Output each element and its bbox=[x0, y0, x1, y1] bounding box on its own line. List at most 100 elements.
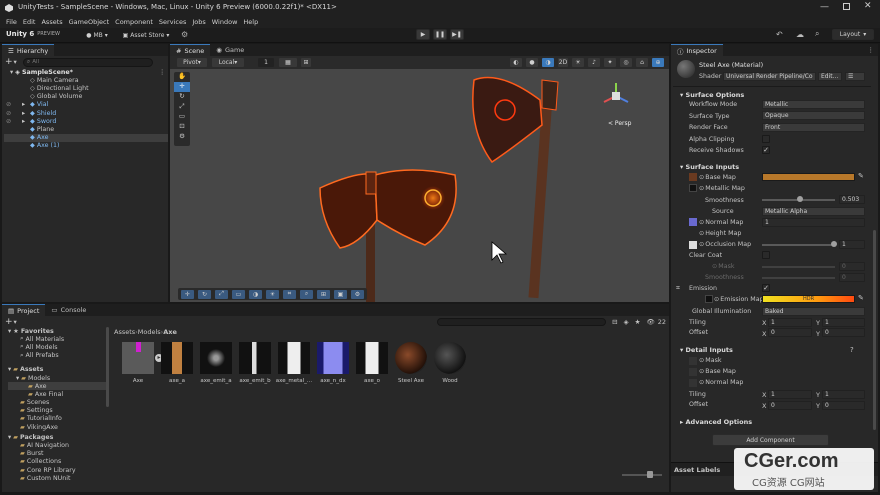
visibility-icon[interactable]: ⊘ bbox=[6, 110, 11, 117]
project-tree-item[interactable]: ⌕ All Models bbox=[8, 343, 106, 351]
workflow-dropdown[interactable]: Metallic bbox=[762, 100, 865, 109]
hierarchy-item[interactable]: ⊘ ▸ ◆ Sword bbox=[4, 117, 168, 125]
advanced-options-header[interactable]: ▸ Advanced Options bbox=[680, 418, 752, 426]
menu-item-services[interactable]: Services bbox=[159, 18, 186, 26]
hierarchy-item[interactable]: ⊘ ▸ ◆ Vial bbox=[4, 101, 168, 109]
detail-offset-y-field[interactable]: 0 bbox=[822, 401, 865, 410]
detail-mask-thumb[interactable] bbox=[689, 357, 697, 365]
history-icon[interactable]: ↶ bbox=[776, 30, 783, 39]
zoom-slider-knob[interactable] bbox=[647, 471, 653, 478]
tab-project[interactable]: ▤ Project bbox=[2, 304, 46, 316]
hierarchy-item[interactable]: ◇ Global Volume bbox=[4, 93, 168, 101]
project-tree-item[interactable]: ▰ Axe bbox=[8, 382, 106, 391]
overlay-camera-icon[interactable]: ◑ bbox=[248, 288, 263, 300]
overlay-fx-icon[interactable]: ⌗ bbox=[282, 288, 297, 300]
cc-smoothness-field[interactable]: 0 bbox=[839, 273, 865, 282]
tiling-x-field[interactable]: 1 bbox=[768, 318, 812, 327]
source-dropdown[interactable]: Metallic Alpha bbox=[762, 207, 865, 216]
local-dropdown[interactable]: Local ▾ bbox=[211, 57, 245, 68]
menu-item-jobs[interactable]: Jobs bbox=[192, 18, 205, 26]
eyedropper-icon[interactable]: ✎ bbox=[858, 172, 864, 180]
tiling-y-field[interactable]: 1 bbox=[822, 318, 865, 327]
thumbnail-zoom-slider[interactable] bbox=[622, 474, 662, 476]
hierarchy-item[interactable]: ◆ Axe (1) bbox=[4, 142, 168, 150]
menu-item-edit[interactable]: Edit bbox=[23, 18, 36, 26]
project-tree-item[interactable]: ▰ Axe Final bbox=[8, 390, 106, 398]
tab-inspector[interactable]: ⓘ Inspector bbox=[671, 44, 723, 56]
emission-map-thumb[interactable] bbox=[705, 295, 713, 303]
hierarchy-item[interactable]: ◇ Main Camera bbox=[4, 76, 168, 84]
cc-smoothness-slider[interactable] bbox=[762, 277, 835, 279]
expand-arrow-icon[interactable]: ▾ bbox=[8, 434, 11, 441]
hierarchy-item[interactable]: ◇ Directional Light bbox=[4, 84, 168, 92]
overlay-settings-icon[interactable]: ⚙ bbox=[350, 288, 365, 300]
audio-toggle[interactable]: ♪ bbox=[587, 57, 601, 68]
overlay-light-icon[interactable]: ☀ bbox=[265, 288, 280, 300]
mode-2d-button[interactable]: 2D bbox=[557, 57, 569, 68]
pause-button[interactable]: ❚❚ bbox=[433, 29, 447, 40]
axe-model-back[interactable] bbox=[472, 76, 559, 299]
base-map-color-field[interactable] bbox=[762, 173, 855, 181]
shader-dropdown[interactable]: Universal Render Pipeline/Co bbox=[723, 72, 816, 81]
occlusion-field[interactable]: 1 bbox=[839, 240, 865, 249]
hierarchy-item[interactable]: ◆ Axe bbox=[4, 133, 168, 142]
packages-header[interactable]: ▾ ▰ Packages bbox=[8, 433, 106, 441]
surface-type-dropdown[interactable]: Opaque bbox=[762, 111, 865, 120]
asset-thumbnail[interactable] bbox=[395, 342, 427, 374]
expand-arrow-icon[interactable]: ▸ bbox=[22, 118, 28, 125]
add-icon[interactable]: + bbox=[5, 317, 13, 327]
cc-mask-field[interactable]: 0 bbox=[839, 262, 865, 271]
camera-button[interactable]: ⌂ bbox=[635, 57, 649, 68]
more-icon[interactable]: ⋮ bbox=[159, 69, 165, 76]
close-button[interactable]: ✕ bbox=[864, 1, 872, 11]
cc-mask-slider[interactable] bbox=[762, 266, 835, 268]
minimize-button[interactable]: — bbox=[820, 2, 829, 12]
project-search-input[interactable] bbox=[436, 317, 607, 326]
project-tree-item[interactable]: ⌕ All Prefabs bbox=[8, 352, 106, 360]
breadcrumb-item[interactable]: Models bbox=[138, 328, 161, 336]
tab-game[interactable]: ◉ Game bbox=[210, 44, 250, 56]
light-toggle[interactable]: ☀ bbox=[571, 57, 585, 68]
receive-shadows-checkbox[interactable]: ✓ bbox=[762, 146, 770, 154]
more-icon[interactable]: ⋮ bbox=[868, 46, 875, 54]
emission-checkbox[interactable]: ✓ bbox=[762, 284, 770, 292]
project-tree-item[interactable]: ▰ Custom NUnit bbox=[8, 474, 106, 482]
pivot-dropdown[interactable]: Pivot ▾ bbox=[176, 57, 208, 68]
asset-thumbnail[interactable] bbox=[317, 342, 349, 374]
overlay-view-icon[interactable]: ▣ bbox=[333, 288, 348, 300]
filter-icon[interactable]: ⊟ bbox=[612, 318, 617, 326]
maximize-button[interactable] bbox=[843, 3, 850, 10]
grid-toggle[interactable]: ▦ bbox=[278, 57, 298, 68]
offset-y-field[interactable]: 0 bbox=[822, 328, 865, 337]
project-tree-item[interactable]: ▰ VikingAxe bbox=[8, 423, 106, 431]
lighting-button[interactable]: ◑ bbox=[541, 57, 555, 68]
inspector-scrollbar[interactable] bbox=[873, 230, 876, 430]
assets-header[interactable]: ▾ ▰ Assets bbox=[8, 366, 106, 374]
breadcrumb-item[interactable]: Assets bbox=[114, 328, 135, 336]
add-component-button[interactable]: Add Component bbox=[712, 434, 829, 446]
gi-dropdown[interactable]: Baked bbox=[762, 307, 865, 316]
edit-shader-button[interactable]: Edit... bbox=[818, 72, 842, 81]
overlay-rotate-icon[interactable]: ↻ bbox=[197, 288, 212, 300]
detail-tiling-x-field[interactable]: 1 bbox=[768, 390, 812, 399]
clear-coat-checkbox[interactable] bbox=[762, 251, 770, 259]
occlusion-slider-knob[interactable] bbox=[831, 241, 837, 247]
fx-toggle[interactable]: ✦ bbox=[603, 57, 617, 68]
tab-hierarchy[interactable]: ☰ Hierarchy bbox=[2, 44, 55, 56]
project-tree-item[interactable]: ▰ Burst bbox=[8, 450, 106, 458]
visibility-icon[interactable]: ⊘ bbox=[6, 118, 11, 125]
menu-item-assets[interactable]: Assets bbox=[41, 18, 62, 26]
normal-map-thumb[interactable] bbox=[689, 218, 697, 226]
favorites-header[interactable]: ▾ ★ Favorites bbox=[8, 327, 106, 335]
asset-thumbnail[interactable] bbox=[200, 342, 232, 374]
axe-model-front[interactable] bbox=[319, 169, 457, 302]
step-button[interactable]: ▶❚ bbox=[450, 29, 464, 40]
project-tree-item[interactable]: ⌕ All Materials bbox=[8, 335, 106, 343]
shaded-button[interactable]: ● bbox=[525, 57, 539, 68]
draw-mode-button[interactable]: ◐ bbox=[509, 57, 523, 68]
menu-item-window[interactable]: Window bbox=[212, 18, 238, 26]
snap-toggle[interactable]: ⊞ bbox=[300, 57, 312, 68]
search-icon[interactable]: ⌕ bbox=[815, 29, 819, 39]
account-button[interactable]: ● MB ▾ bbox=[82, 30, 112, 41]
scene-root[interactable]: ▾ ◈ SampleScene* ⋮ bbox=[4, 68, 168, 76]
